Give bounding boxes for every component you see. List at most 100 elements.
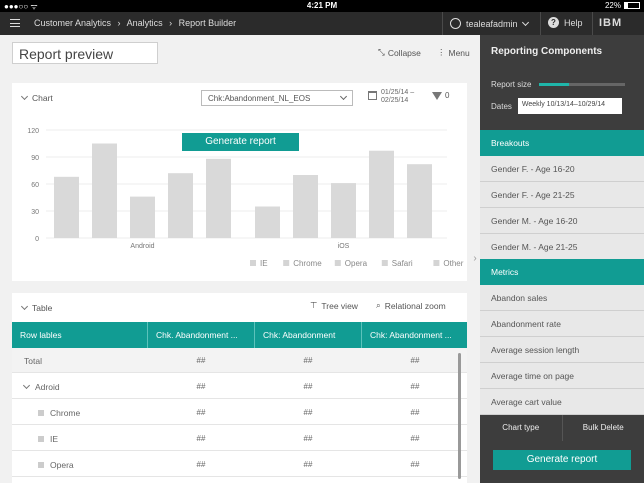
divider: [540, 12, 541, 35]
chart-bar: [92, 143, 117, 238]
row-label: Total: [24, 356, 42, 366]
square-bullet-icon: [38, 410, 44, 416]
legend-label: Safari: [392, 259, 413, 268]
report-title-input[interactable]: Report preview: [12, 42, 158, 64]
tree-icon: ⊤: [310, 300, 318, 310]
x-group-label: Android: [130, 243, 154, 250]
metric-item[interactable]: Abandonment rate: [480, 311, 644, 337]
tree-view-button[interactable]: ⊤ Tree view: [310, 300, 358, 311]
cell-value: ##: [410, 460, 420, 469]
dates-field[interactable]: Weekly 10/13/14–10/29/14: [517, 98, 622, 114]
breakout-item[interactable]: Gender M. - Age 21-25: [480, 234, 644, 260]
chevron-down-icon: [20, 302, 29, 311]
legend-swatch: [381, 260, 388, 266]
row-label: Opera: [50, 460, 74, 470]
battery-icon: [624, 2, 640, 9]
table-row[interactable]: Adroid ## ## ##: [12, 374, 467, 399]
y-tick-label: 30: [31, 209, 39, 216]
chevron-down-icon: [521, 18, 529, 26]
panel-generate-report-button[interactable]: Generate report: [493, 450, 631, 470]
calendar-icon: [368, 91, 377, 100]
chart-bar: [206, 158, 231, 238]
reporting-components-panel: Reporting Components Report size Dates W…: [480, 35, 644, 483]
cell-value: ##: [303, 356, 313, 365]
report-size-label: Report size: [491, 80, 532, 89]
panel-toggle-chevron-icon[interactable]: ›: [470, 242, 480, 276]
user-name: tealeafadmin: [466, 18, 518, 29]
metric-item[interactable]: Average cart value: [480, 389, 644, 415]
breakout-item[interactable]: Gender F. - Age 21-25: [480, 182, 644, 208]
legend-label: Other: [443, 259, 463, 268]
row-label: Chrome: [50, 408, 81, 418]
breakout-item[interactable]: Gender M. - Age 16-20: [480, 208, 644, 234]
column-header[interactable]: Chk: Abandonment ...: [362, 322, 467, 348]
breakouts-header[interactable]: Breakouts: [480, 130, 644, 156]
table-scrollbar[interactable]: [458, 353, 461, 479]
breakout-item[interactable]: Gender F. - Age 16-20: [480, 156, 644, 182]
metric-select[interactable]: Chk:Abandonment_NL_EOS: [201, 90, 353, 106]
divider: [442, 12, 443, 35]
report-preview-area: Report preview ⤡ Collapse ⋮ Menu 120 90 60…: [0, 35, 480, 483]
cell-value: ##: [303, 408, 313, 417]
table-row[interactable]: IE ## ## ##: [12, 426, 467, 451]
table-section-label: Table: [32, 303, 53, 313]
metrics-header[interactable]: Metrics: [480, 259, 644, 285]
battery-percent: 22%: [604, 1, 621, 10]
table-row[interactable]: Total ## ## ##: [12, 348, 467, 373]
date-range-picker[interactable]: 01/25/14 – 02/25/14: [368, 89, 414, 105]
collapse-label: Collapse: [387, 47, 421, 58]
y-tick-label: 90: [31, 155, 39, 162]
bulk-delete-button[interactable]: Bulk Delete: [561, 415, 644, 441]
user-menu[interactable]: tealeafadmin: [450, 18, 529, 29]
relational-zoom-button[interactable]: ⌕ Relational zoom: [376, 300, 446, 311]
breadcrumb-analytics[interactable]: Analytics: [127, 18, 163, 28]
zoom-icon: ⌕: [375, 300, 381, 310]
column-header[interactable]: Chk: Abandonment: [255, 322, 362, 348]
metric-item[interactable]: Average time on page: [480, 363, 644, 389]
chart-bar: [293, 175, 318, 238]
collapse-icon: ⤡: [378, 47, 385, 57]
chart-section-label: Chart: [32, 93, 53, 103]
legend-swatch: [283, 260, 290, 266]
chart-type-button[interactable]: Chart type: [480, 415, 562, 441]
cell-value: ##: [410, 382, 420, 391]
cell-value: ##: [410, 408, 420, 417]
chart-bar: [407, 164, 432, 238]
chevron-down-icon[interactable]: [22, 381, 31, 390]
breadcrumb-report-builder: Report Builder: [178, 18, 237, 28]
collapse-button[interactable]: ⤡ Collapse: [378, 47, 421, 58]
cell-value: ##: [303, 382, 313, 391]
panel-title: Reporting Components: [491, 46, 603, 57]
filter-button[interactable]: 0: [432, 91, 449, 100]
breadcrumb: Customer Analytics › Analytics › Report …: [34, 18, 240, 28]
legend-label: IE: [260, 259, 268, 268]
report-size-slider[interactable]: [539, 83, 626, 86]
y-tick-label: 60: [31, 182, 39, 189]
chevron-down-icon: [20, 92, 29, 101]
cell-value: ##: [196, 382, 206, 391]
breadcrumb-separator: ›: [169, 18, 173, 28]
column-header[interactable]: Chk. Abandonment ...: [148, 322, 255, 348]
chevron-down-icon: [339, 92, 348, 101]
cell-value: ##: [410, 434, 420, 443]
metric-item[interactable]: Average session length: [480, 337, 644, 363]
chart-section-toggle[interactable]: Chart: [20, 92, 53, 103]
cell-value: ##: [196, 356, 206, 365]
relational-zoom-label: Relational zoom: [384, 300, 446, 311]
table-section-toggle[interactable]: Table: [20, 302, 53, 313]
date-range-start: 01/25/14 –: [381, 89, 415, 96]
table-card: Table ⊤ Tree view ⌕ Relational zoom Row …: [12, 293, 467, 483]
column-header[interactable]: Row lables: [12, 322, 148, 348]
chart-bar: [168, 173, 193, 238]
table-row[interactable]: Opera ## ## ##: [12, 452, 467, 477]
menu-button[interactable]: ⋮ Menu: [437, 47, 470, 58]
legend-swatch: [433, 260, 440, 266]
generate-report-button[interactable]: Generate report: [182, 133, 299, 151]
table-row[interactable]: Chrome ## ## ##: [12, 400, 467, 425]
metric-item[interactable]: Abandon sales: [480, 285, 644, 311]
hamburger-menu-icon[interactable]: [10, 19, 20, 27]
breadcrumb-customer-analytics[interactable]: Customer Analytics: [34, 18, 111, 28]
help-button[interactable]: ? Help: [548, 17, 583, 28]
cell-value: ##: [196, 434, 206, 443]
metric-select-value: Chk:Abandonment_NL_EOS: [208, 94, 311, 103]
